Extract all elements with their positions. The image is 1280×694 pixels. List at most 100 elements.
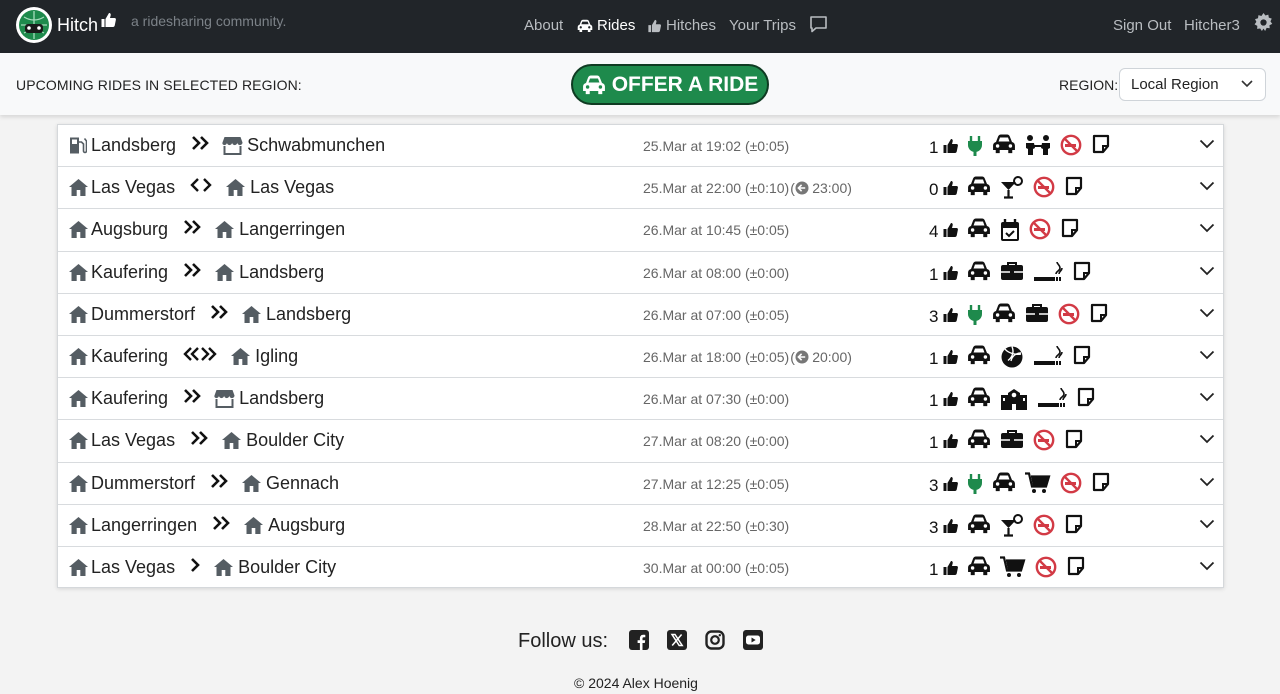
home-icon [243, 516, 264, 535]
username-link[interactable]: Hitcher3 [1184, 17, 1240, 34]
return-paren-close: ) [847, 180, 852, 197]
no-smoking-icon [1033, 429, 1055, 451]
angle-both-icon [189, 177, 213, 193]
nav-your-trips[interactable]: Your Trips [729, 17, 796, 34]
ev-plug-icon [967, 135, 983, 157]
youtube-icon[interactable] [743, 630, 763, 650]
return-time: 20:00 [812, 348, 848, 365]
ride-origin: Augsburg [91, 219, 169, 240]
ride-row[interactable]: Kaufering Igling 26.Mar at 18:00 (±0:05)(2… [58, 336, 1223, 379]
home-icon [68, 516, 89, 535]
sign-out-link[interactable]: Sign Out [1113, 17, 1171, 34]
offer-ride-button[interactable]: OFFER A RIDE [571, 64, 769, 105]
ride-row[interactable]: Dummerstorf Landsberg 26.Mar at 07:00 (±0:… [58, 294, 1223, 336]
return-time: 23:00 [812, 180, 848, 197]
seats-count: 1 [929, 433, 939, 453]
car-icon [577, 19, 593, 33]
ride-row[interactable]: Landsberg Schwabmunchen 25.Mar at 19:02 (±… [58, 125, 1223, 168]
briefcase-icon [1000, 429, 1024, 449]
chevrons-right-icon [182, 388, 202, 404]
thumbs-up-icon [942, 222, 959, 238]
note-icon [1064, 429, 1084, 449]
seats-count: 1 [929, 264, 939, 284]
home-icon [214, 263, 235, 282]
cart-icon [1025, 471, 1051, 494]
ride-destination: Landsberg [239, 261, 325, 282]
ride-origin: Kaufering [91, 261, 169, 282]
chevron-down-icon[interactable] [1199, 181, 1215, 191]
thumbs-up-icon [942, 265, 959, 281]
thumbs-up-icon [942, 391, 959, 407]
chevron-down-icon[interactable] [1199, 519, 1215, 529]
rides-list: Landsberg Schwabmunchen 25.Mar at 19:02 (±… [57, 124, 1224, 588]
facebook-icon[interactable] [629, 630, 649, 650]
home-icon [241, 474, 262, 493]
chevron-down-icon[interactable] [1199, 139, 1215, 149]
smoking-icon [1037, 387, 1067, 411]
thumbs-up-icon [942, 476, 959, 492]
car-icon [992, 134, 1016, 154]
ride-row[interactable]: Kaufering Landsberg 26.Mar at 08:00 (±0:00… [58, 252, 1223, 294]
brand-name[interactable]: Hitch [57, 15, 98, 36]
logo-icon[interactable] [15, 6, 53, 44]
school-icon [1000, 387, 1028, 411]
chevron-down-icon[interactable] [1199, 561, 1215, 571]
home-icon [68, 474, 89, 493]
no-smoking-icon [1033, 176, 1055, 198]
ride-row[interactable]: Las Vegas Boulder City 30.Mar at 00:00 (±0… [58, 547, 1223, 589]
note-icon [1091, 134, 1111, 154]
region-select[interactable]: Local Region [1119, 68, 1266, 101]
nav-rides[interactable]: Rides [577, 17, 635, 34]
cocktail-icon [1000, 513, 1024, 538]
ride-row[interactable]: Kaufering Landsberg 26.Mar at 07:30 (±0:00… [58, 378, 1223, 421]
seats-count: 0 [929, 180, 939, 200]
volleyball-icon [1000, 345, 1024, 369]
ride-row[interactable]: Dummerstorf Gennach 27.Mar at 12:25 (±0:05… [58, 463, 1223, 505]
note-icon [1072, 345, 1092, 365]
car-icon [992, 303, 1016, 323]
gear-icon[interactable] [1254, 13, 1273, 32]
brand-thumbs-up-icon [100, 12, 117, 28]
car-icon [992, 472, 1016, 492]
chevron-down-icon[interactable] [1199, 266, 1215, 276]
chevrons-right-icon [189, 430, 209, 446]
smoking-icon [1033, 261, 1063, 285]
ride-row[interactable]: Langerringen Augsburg 28.Mar at 22:50 (±0:… [58, 505, 1223, 547]
ride-time: 26.Mar at 08:00 (±0:00) [643, 264, 790, 281]
ride-row[interactable]: Augsburg Langerringen 26.Mar at 10:45 (±0:… [58, 209, 1223, 252]
home-icon [230, 347, 251, 366]
home-icon [225, 178, 246, 197]
chat-icon[interactable] [809, 15, 828, 34]
ride-row[interactable]: Las Vegas Las Vegas 25.Mar at 22:00 (±0:10… [58, 167, 1223, 210]
ride-time: 27.Mar at 08:20 (±0:00) [643, 433, 790, 450]
ride-time: 30.Mar at 00:00 (±0:05) [643, 559, 790, 576]
navbar: Hitch a ridesharing community. About Rid… [0, 0, 1280, 53]
chevron-down-icon[interactable] [1199, 477, 1215, 487]
chevron-down-icon[interactable] [1199, 434, 1215, 444]
x-icon[interactable] [667, 630, 687, 650]
chevron-down-icon[interactable] [1199, 392, 1215, 402]
ride-time: 26.Mar at 07:30 (±0:00) [643, 391, 790, 408]
note-icon [1089, 303, 1109, 323]
username-label: Hitcher3 [1184, 17, 1240, 34]
people-icon [1025, 134, 1051, 156]
ride-time: 25.Mar at 19:02 (±0:05) [643, 138, 790, 154]
store-icon [214, 389, 235, 409]
instagram-icon[interactable] [705, 630, 725, 650]
seats-count: 3 [929, 517, 939, 537]
chevron-down-icon[interactable] [1199, 223, 1215, 233]
car-icon [967, 514, 991, 534]
home-icon [68, 431, 89, 450]
chevron-down-icon[interactable] [1199, 308, 1215, 318]
smoking-icon [1033, 345, 1063, 369]
chevron-down-icon[interactable] [1199, 350, 1215, 360]
nav-about[interactable]: About [524, 17, 563, 34]
home-icon [68, 558, 89, 577]
chevrons-right-icon [182, 262, 202, 278]
seats-count: 3 [929, 306, 939, 326]
ride-destination: Gennach [266, 472, 340, 493]
region-value: Local Region [1131, 76, 1219, 93]
ride-origin: Landsberg [91, 135, 177, 155]
ride-row[interactable]: Las Vegas Boulder City 27.Mar at 08:20 (±0… [58, 420, 1223, 463]
nav-hitches[interactable]: Hitches [647, 17, 716, 34]
